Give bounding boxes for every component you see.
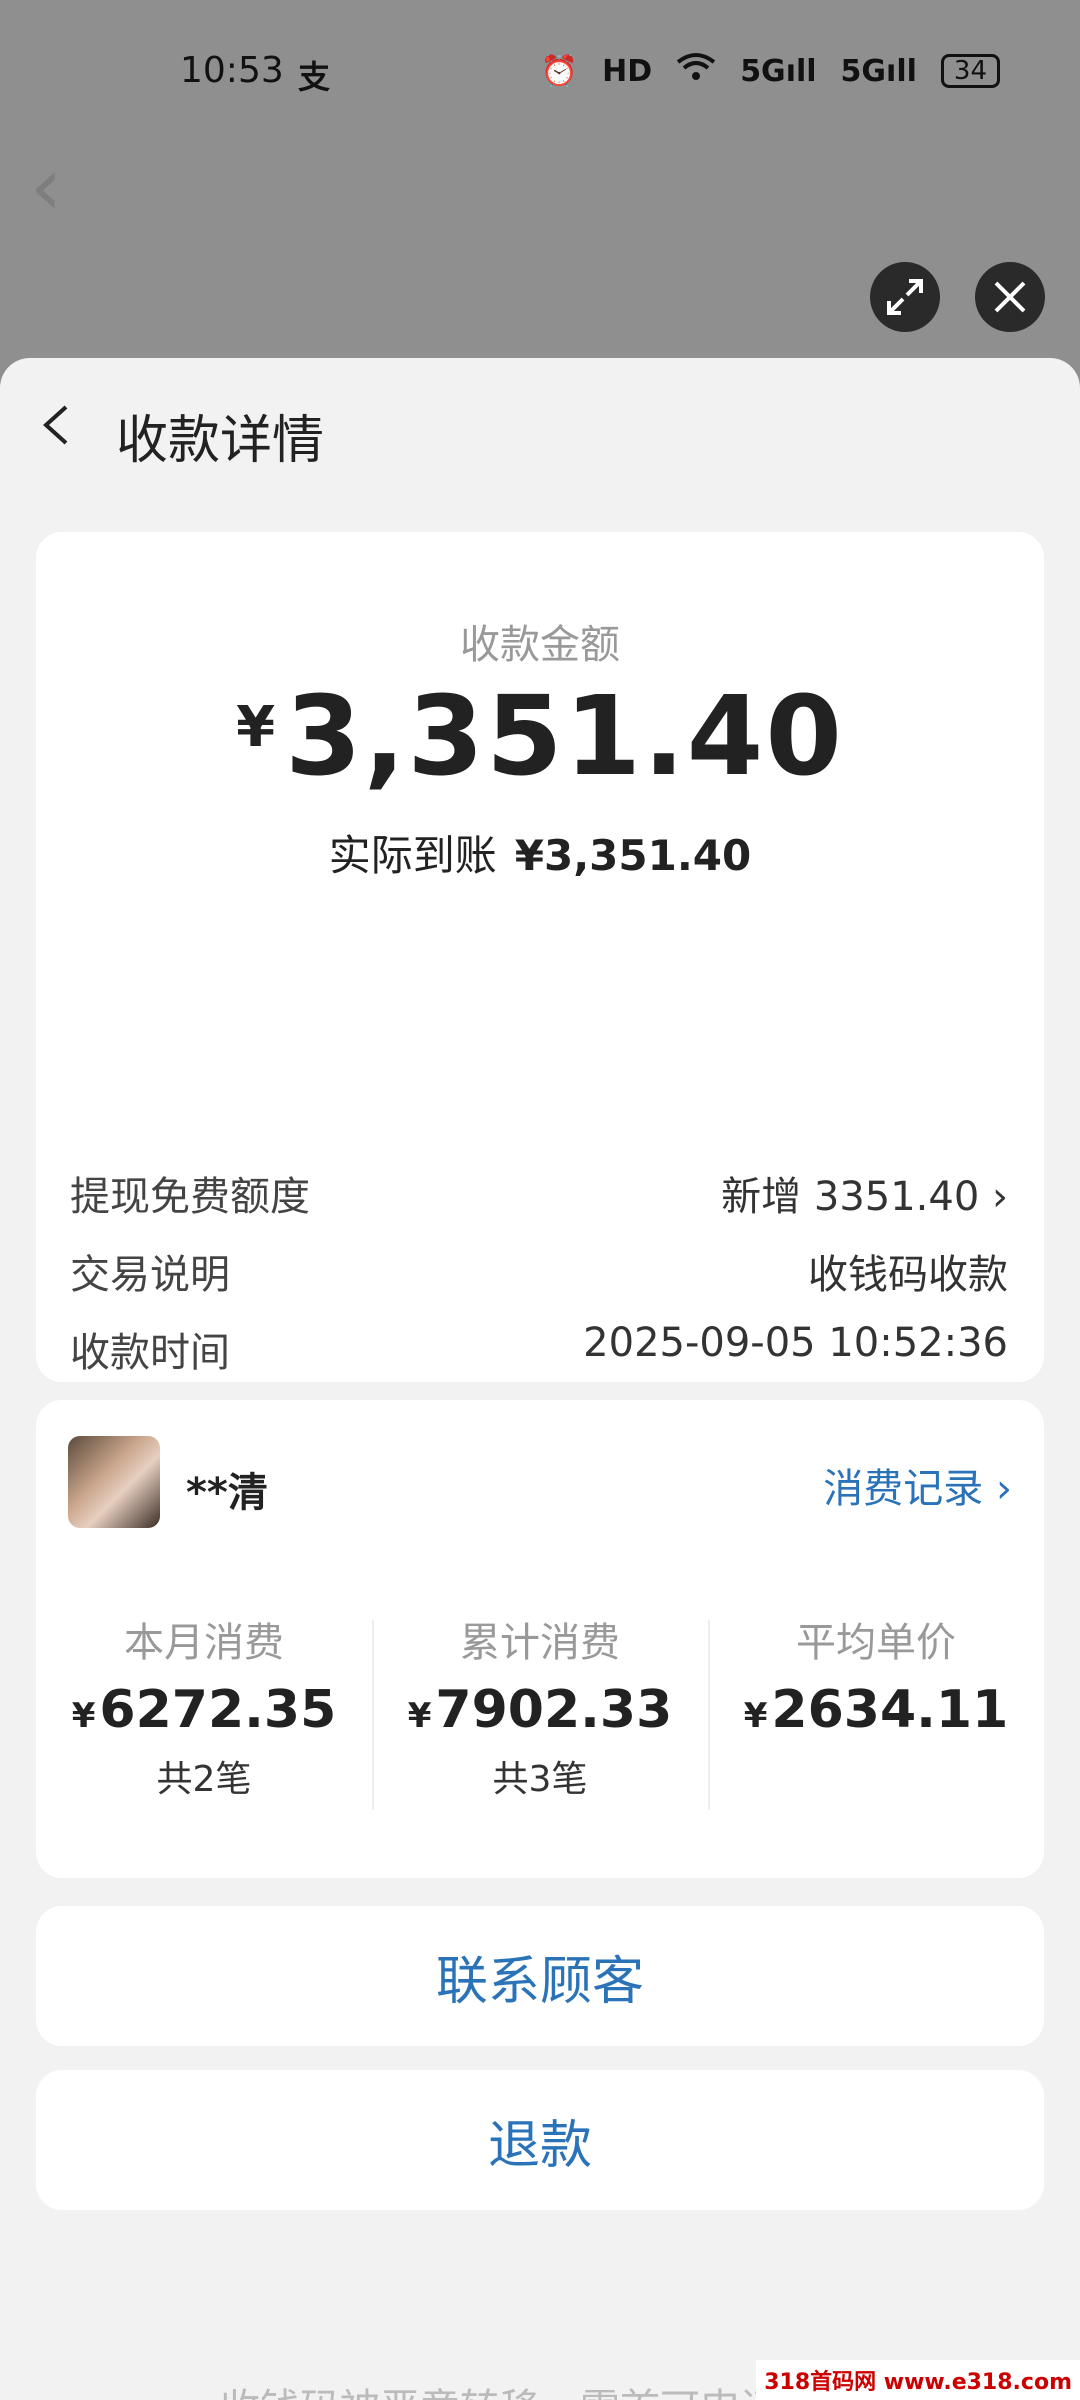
stat-value: ¥6272.35 [71, 1680, 337, 1740]
actual-value: ¥3,351.40 [514, 831, 752, 880]
status-time: 10:53 [180, 50, 284, 91]
background-back-icon: ‹ [30, 140, 62, 233]
back-arrow-icon[interactable] [36, 403, 80, 447]
battery-icon: 34 [940, 54, 1000, 88]
stat-monthly: 本月消费 ¥6272.35 共2笔 [36, 1610, 372, 1802]
amount-value: ¥3,351.40 [36, 672, 1044, 800]
expand-icon [887, 279, 923, 315]
expand-button[interactable] [870, 262, 940, 332]
detail-label: 收款时间 [70, 1330, 230, 1376]
detail-value: 收钱码收款 [808, 1252, 1008, 1298]
wifi-icon [676, 52, 716, 90]
watermark: 318首码网 www.e318.com [756, 2360, 1080, 2400]
stat-value: ¥2634.11 [743, 1680, 1009, 1740]
contact-customer-label: 联系顾客 [435, 1951, 644, 2012]
detail-value: 2025-09-05 10:52:36 [583, 1320, 1008, 1366]
stat-label: 累计消费 [460, 1620, 620, 1666]
chevron-right-icon: › [992, 1174, 1008, 1220]
detail-row-transaction-note: 交易说明 收钱码收款 [70, 1242, 1008, 1300]
hd-icon: HD [602, 53, 653, 89]
actual-label: 实际到账 [328, 831, 497, 880]
amount-number: 3,351.40 [285, 672, 844, 800]
customer-card: **清 消费记录 › 本月消费 ¥6272.35 共2笔 累计消费 ¥7902.… [36, 1400, 1044, 1878]
stat-average: 平均单价 ¥2634.11 [708, 1610, 1044, 1810]
stat-value: ¥7902.33 [407, 1680, 673, 1740]
stat-label: 本月消费 [124, 1620, 284, 1666]
currency-symbol: ¥ [236, 695, 276, 760]
refund-label: 退款 [487, 2115, 592, 2176]
alipay-icon: 支 [298, 58, 331, 96]
detail-row-withdraw-quota[interactable]: 提现免费额度 新增 3351.40 › [70, 1164, 1008, 1222]
refund-button[interactable]: 退款 [36, 2070, 1044, 2210]
actual-received: 实际到账 ¥3,351.40 [36, 822, 1044, 883]
customer-stats: 本月消费 ¥6272.35 共2笔 累计消费 ¥7902.33 共3笔 平均单价… [36, 1610, 1044, 1810]
page-title: 收款详情 [116, 411, 325, 471]
payment-card: 收款金额 ¥3,351.40 实际到账 ¥3,351.40 提现免费额度 新增 3… [36, 532, 1044, 1488]
close-icon [994, 281, 1026, 313]
stat-count: 共3笔 [492, 1759, 588, 1800]
header: 收款详情 [0, 358, 1080, 498]
customer-name: **清 [186, 1470, 268, 1516]
avatar[interactable] [68, 1436, 160, 1528]
signal-icon: 5Gıll [740, 53, 817, 89]
detail-row-time: 收款时间 2025-09-05 10:52:36 [70, 1320, 1008, 1378]
chevron-right-icon: › [996, 1466, 1012, 1512]
stat-label: 平均单价 [796, 1620, 956, 1666]
stat-count: 共2笔 [156, 1759, 252, 1800]
detail-label: 交易说明 [70, 1252, 230, 1298]
amount-label: 收款金额 [460, 622, 620, 668]
close-button[interactable] [975, 262, 1045, 332]
payment-detail-sheet: 收款详情 收款金额 ¥3,351.40 实际到账 ¥3,351.40 提现免费额度… [0, 358, 1080, 2400]
detail-value: 新增 3351.40 › [721, 1174, 1008, 1220]
detail-label: 提现免费额度 [70, 1174, 310, 1220]
status-icons: ⏰ HD 5Gıll 5Gıll 34 [541, 52, 1000, 90]
status-bar: 10:53 支 ⏰ HD 5Gıll 5Gıll 34 [0, 0, 1080, 140]
alarm-icon: ⏰ [540, 53, 579, 89]
contact-customer-button[interactable]: 联系顾客 [36, 1906, 1044, 2046]
signal-icon-2: 5Gıll [840, 53, 917, 89]
stat-total: 累计消费 ¥7902.33 共3笔 [372, 1610, 708, 1810]
consumption-record-link[interactable]: 消费记录 › [823, 1456, 1012, 1514]
